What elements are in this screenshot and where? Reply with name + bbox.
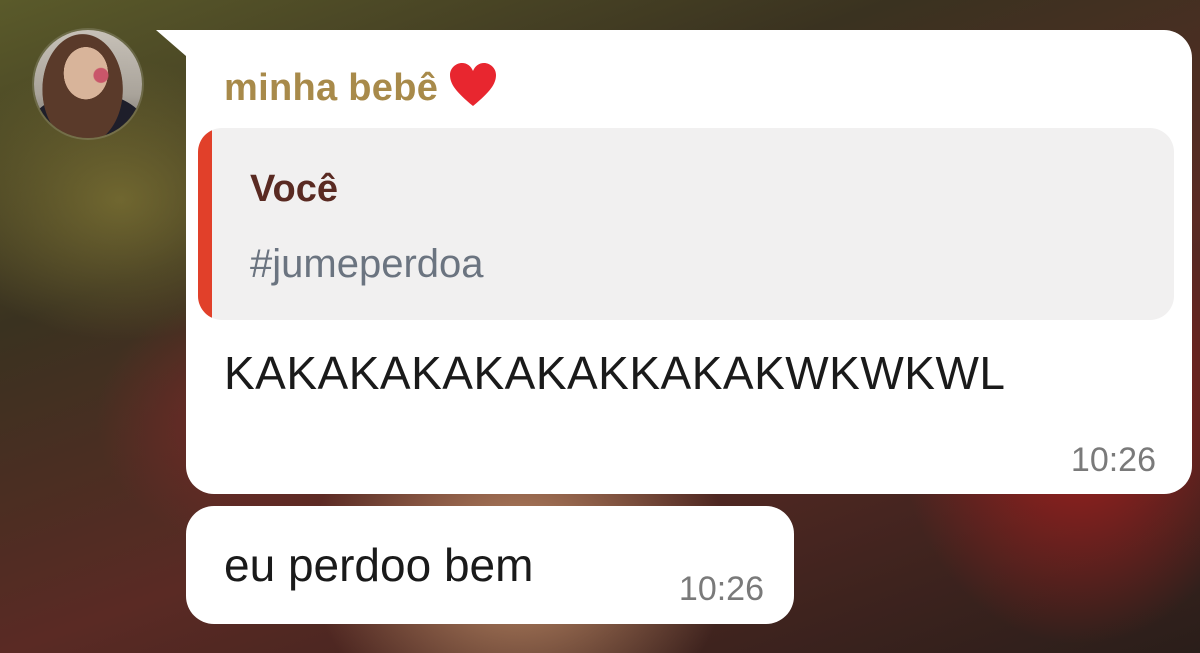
bubble-tail [156, 30, 186, 56]
message-text: eu perdoo bem [224, 539, 534, 591]
message-timestamp: 10:26 [1070, 441, 1156, 479]
message-bubble[interactable]: eu perdoo bem 10:26 [186, 506, 794, 624]
message-timestamp: 10:26 [678, 570, 764, 608]
quote-author: Você [250, 168, 339, 210]
sender-name[interactable]: minha bebê [224, 67, 438, 109]
sender-name-row[interactable]: minha bebê [224, 62, 498, 108]
quote-text: #jumeperdoa [250, 242, 484, 286]
quote-accent-bar [198, 128, 212, 320]
heart-icon [448, 62, 498, 108]
message-text: KAKAKAKAKAKAKKAKAKWKWKWL [224, 347, 1006, 399]
reply-quote[interactable]: Você #jumeperdoa [198, 128, 1174, 320]
chat-background: minha bebê Você #jumeperdoa KAKAKAKAKAKA… [0, 0, 1200, 653]
contact-avatar[interactable] [34, 30, 142, 138]
message-bubble[interactable]: minha bebê Você #jumeperdoa KAKAKAKAKAKA… [186, 30, 1192, 494]
